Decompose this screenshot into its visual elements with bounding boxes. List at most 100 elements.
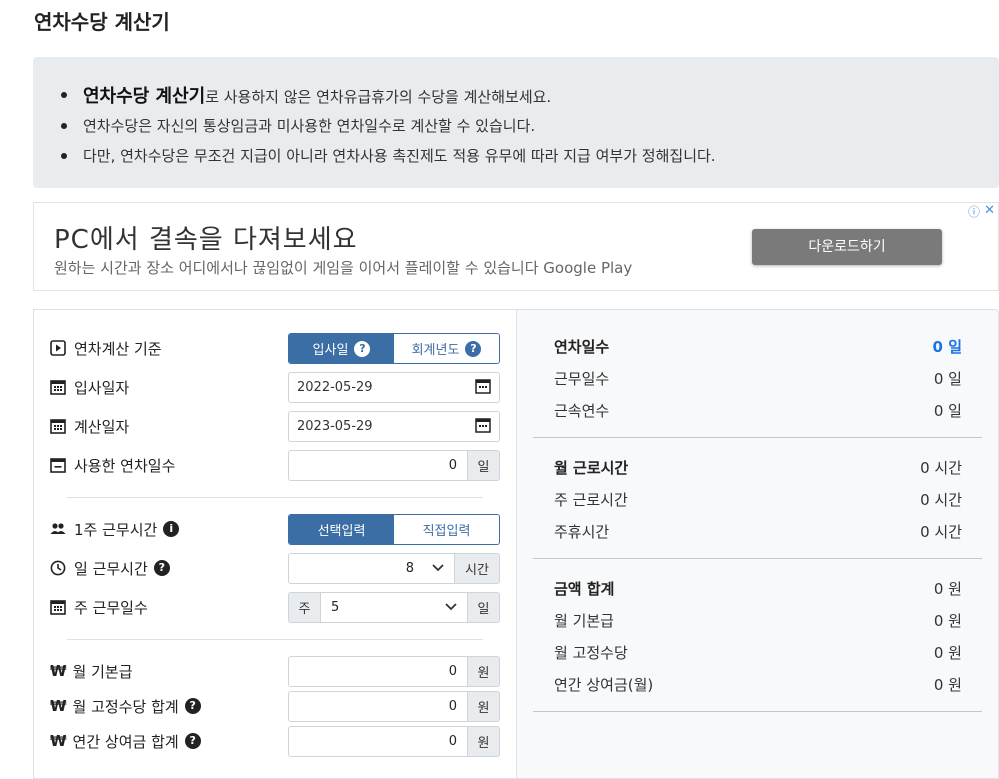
annual-bonus-label: 연간 상여금 합계: [72, 732, 179, 751]
won-icon: ₩: [50, 732, 67, 750]
ad-banner[interactable]: PC에서 결속을 다져보세요 원하는 시간과 장소 어디에서나 끊임없이 게임을…: [33, 202, 999, 291]
annual-bonus-row: ₩ 연간 상여금 합계 ?: [50, 726, 201, 756]
daily-hours-select[interactable]: 8: [288, 553, 454, 584]
monthly-salary-input[interactable]: 0: [288, 656, 467, 687]
prefix-label: 주: [288, 592, 320, 623]
help-icon[interactable]: ?: [184, 698, 201, 714]
ad-close-icon[interactable]: ✕: [984, 203, 995, 218]
chevron-down-icon: [432, 561, 444, 576]
weekly-days-select[interactable]: 5: [320, 592, 467, 623]
annual-bonus-input[interactable]: 0: [288, 726, 467, 757]
result-monthly-hours: 월 근로시간 0 시간: [554, 459, 962, 477]
join-date-input[interactable]: 2022-05-29: [288, 372, 500, 403]
clock-icon: [50, 560, 66, 576]
fixed-allowance-input[interactable]: 0: [288, 691, 467, 722]
calendar-icon: [50, 379, 66, 395]
join-date-row: 입사일자: [50, 372, 129, 402]
result-panel: 연차일수 0 일 근무일수 0 일 근속연수 0 일 월 근로시간 0 시간 주 근로시…: [516, 309, 999, 779]
unit-label: 원: [467, 726, 500, 757]
used-days-label: 사용한 연차일수: [74, 456, 176, 475]
monthly-salary-row: ₩ 월 기본급: [50, 656, 133, 686]
unit-label: 원: [467, 656, 500, 687]
weekly-hours-row: 1주 근무시간 i: [50, 514, 180, 544]
section-divider: [67, 497, 483, 498]
won-icon: ₩: [50, 662, 67, 680]
calendar-minus-icon: [50, 457, 66, 473]
calc-date-input[interactable]: 2023-05-29: [288, 411, 500, 442]
info-item: 연차수당은 자신의 통상임금과 미사용한 연차일수로 계산할 수 있습니다.: [60, 117, 536, 135]
basis-option-fiscal-year[interactable]: 회계년도?: [394, 334, 499, 363]
weekly-days-value: 5: [331, 600, 340, 615]
calc-date-value: 2023-05-29: [297, 419, 373, 434]
help-icon[interactable]: ?: [153, 560, 170, 576]
weekly-days-label: 주 근무일수: [74, 598, 148, 617]
users-icon: [50, 521, 66, 537]
info-icon[interactable]: i: [163, 521, 180, 537]
fixed-allowance-label: 월 고정수당 합계: [72, 697, 179, 716]
result-leave-days: 연차일수 0 일: [554, 338, 962, 356]
ad-info-icon[interactable]: ⓘ: [968, 203, 980, 220]
calendar-icon: [50, 599, 66, 615]
result-service-years: 근속연수 0 일: [554, 402, 962, 420]
weekly-days-group: 주 5 일: [288, 592, 500, 623]
section-divider: [67, 639, 483, 640]
ad-download-button[interactable]: 다운로드하기: [752, 229, 942, 265]
date-picker-icon[interactable]: [475, 417, 491, 437]
info-item: 연차수당 계산기로 사용하지 않은 연차유급휴가의 수당을 계산해보세요.: [60, 82, 552, 108]
fixed-allowance-row: ₩ 월 고정수당 합계 ?: [50, 691, 201, 721]
used-days-input[interactable]: 0: [288, 450, 467, 481]
result-base-pay: 월 기본급 0 원: [554, 612, 962, 630]
calc-date-row: 계산일자: [50, 411, 129, 441]
join-date-value: 2022-05-29: [297, 380, 373, 395]
result-weekly-rest: 주휴시간 0 시간: [554, 523, 962, 541]
result-bonus: 연간 상여금(월) 0 원: [554, 676, 962, 694]
calendar-icon: [50, 418, 66, 434]
result-weekly-hours: 주 근로시간 0 시간: [554, 491, 962, 509]
help-icon[interactable]: ?: [465, 340, 482, 357]
page-title: 연차수당 계산기: [34, 10, 170, 34]
basis-option-join-date[interactable]: 입사일?: [289, 334, 394, 363]
info-highlight: 연차수당 계산기: [83, 86, 206, 107]
info-text: 로 사용하지 않은 연차유급휴가의 수당을 계산해보세요.: [205, 88, 552, 106]
daily-hours-value: 8: [405, 561, 414, 576]
unit-label: 원: [467, 691, 500, 722]
join-date-label: 입사일자: [74, 378, 130, 397]
unit-label: 시간: [454, 553, 500, 584]
unit-label: 일: [467, 592, 500, 623]
option-direct-input[interactable]: 직접입력: [394, 515, 499, 544]
ad-subtitle: 원하는 시간과 장소 어디에서나 끊임없이 게임을 이어서 플레이할 수 있습니…: [54, 259, 633, 277]
info-item: 다만, 연차수당은 무조건 지급이 아니라 연차사용 촉진제도 적용 유무에 따…: [61, 147, 716, 165]
result-total: 금액 합계 0 원: [554, 580, 962, 598]
result-fixed-pay: 월 고정수당 0 원: [554, 644, 962, 662]
won-icon: ₩: [50, 697, 67, 715]
basis-row: 연차계산 기준: [50, 333, 162, 363]
play-square-icon: [50, 340, 66, 356]
result-work-days: 근무일수 0 일: [554, 370, 962, 388]
fixed-allowance-group: 0 원: [288, 691, 500, 722]
calc-date-label: 계산일자: [74, 417, 130, 436]
date-picker-icon[interactable]: [475, 378, 491, 398]
help-icon[interactable]: ?: [184, 733, 201, 749]
basis-toggle[interactable]: 입사일? 회계년도?: [288, 333, 500, 364]
annual-bonus-group: 0 원: [288, 726, 500, 757]
input-panel: 연차계산 기준 입사일? 회계년도? 입사일자 2022-05-29 계산일자 …: [33, 309, 516, 779]
basis-label: 연차계산 기준: [74, 339, 162, 358]
result-divider: [533, 711, 982, 712]
option-select-input[interactable]: 선택입력: [289, 515, 394, 544]
monthly-salary-label: 월 기본급: [72, 662, 133, 681]
result-divider: [533, 437, 982, 438]
weekly-hours-toggle[interactable]: 선택입력 직접입력: [288, 514, 500, 545]
used-days-row: 사용한 연차일수: [50, 450, 175, 480]
weekly-days-row: 주 근무일수: [50, 592, 148, 622]
unit-label: 일: [467, 450, 500, 481]
ad-title: PC에서 결속을 다져보세요: [54, 225, 358, 255]
leave-days-value: 0 일: [932, 338, 962, 356]
monthly-salary-group: 0 원: [288, 656, 500, 687]
result-divider: [533, 558, 982, 559]
used-days-group: 0 일: [288, 450, 500, 481]
info-box: 연차수당 계산기로 사용하지 않은 연차유급휴가의 수당을 계산해보세요. 연차…: [33, 57, 999, 188]
weekly-hours-label: 1주 근무시간: [74, 520, 158, 539]
help-icon[interactable]: ?: [354, 340, 371, 357]
daily-hours-row: 일 근무시간 ?: [50, 553, 170, 583]
chevron-down-icon: [445, 600, 457, 615]
